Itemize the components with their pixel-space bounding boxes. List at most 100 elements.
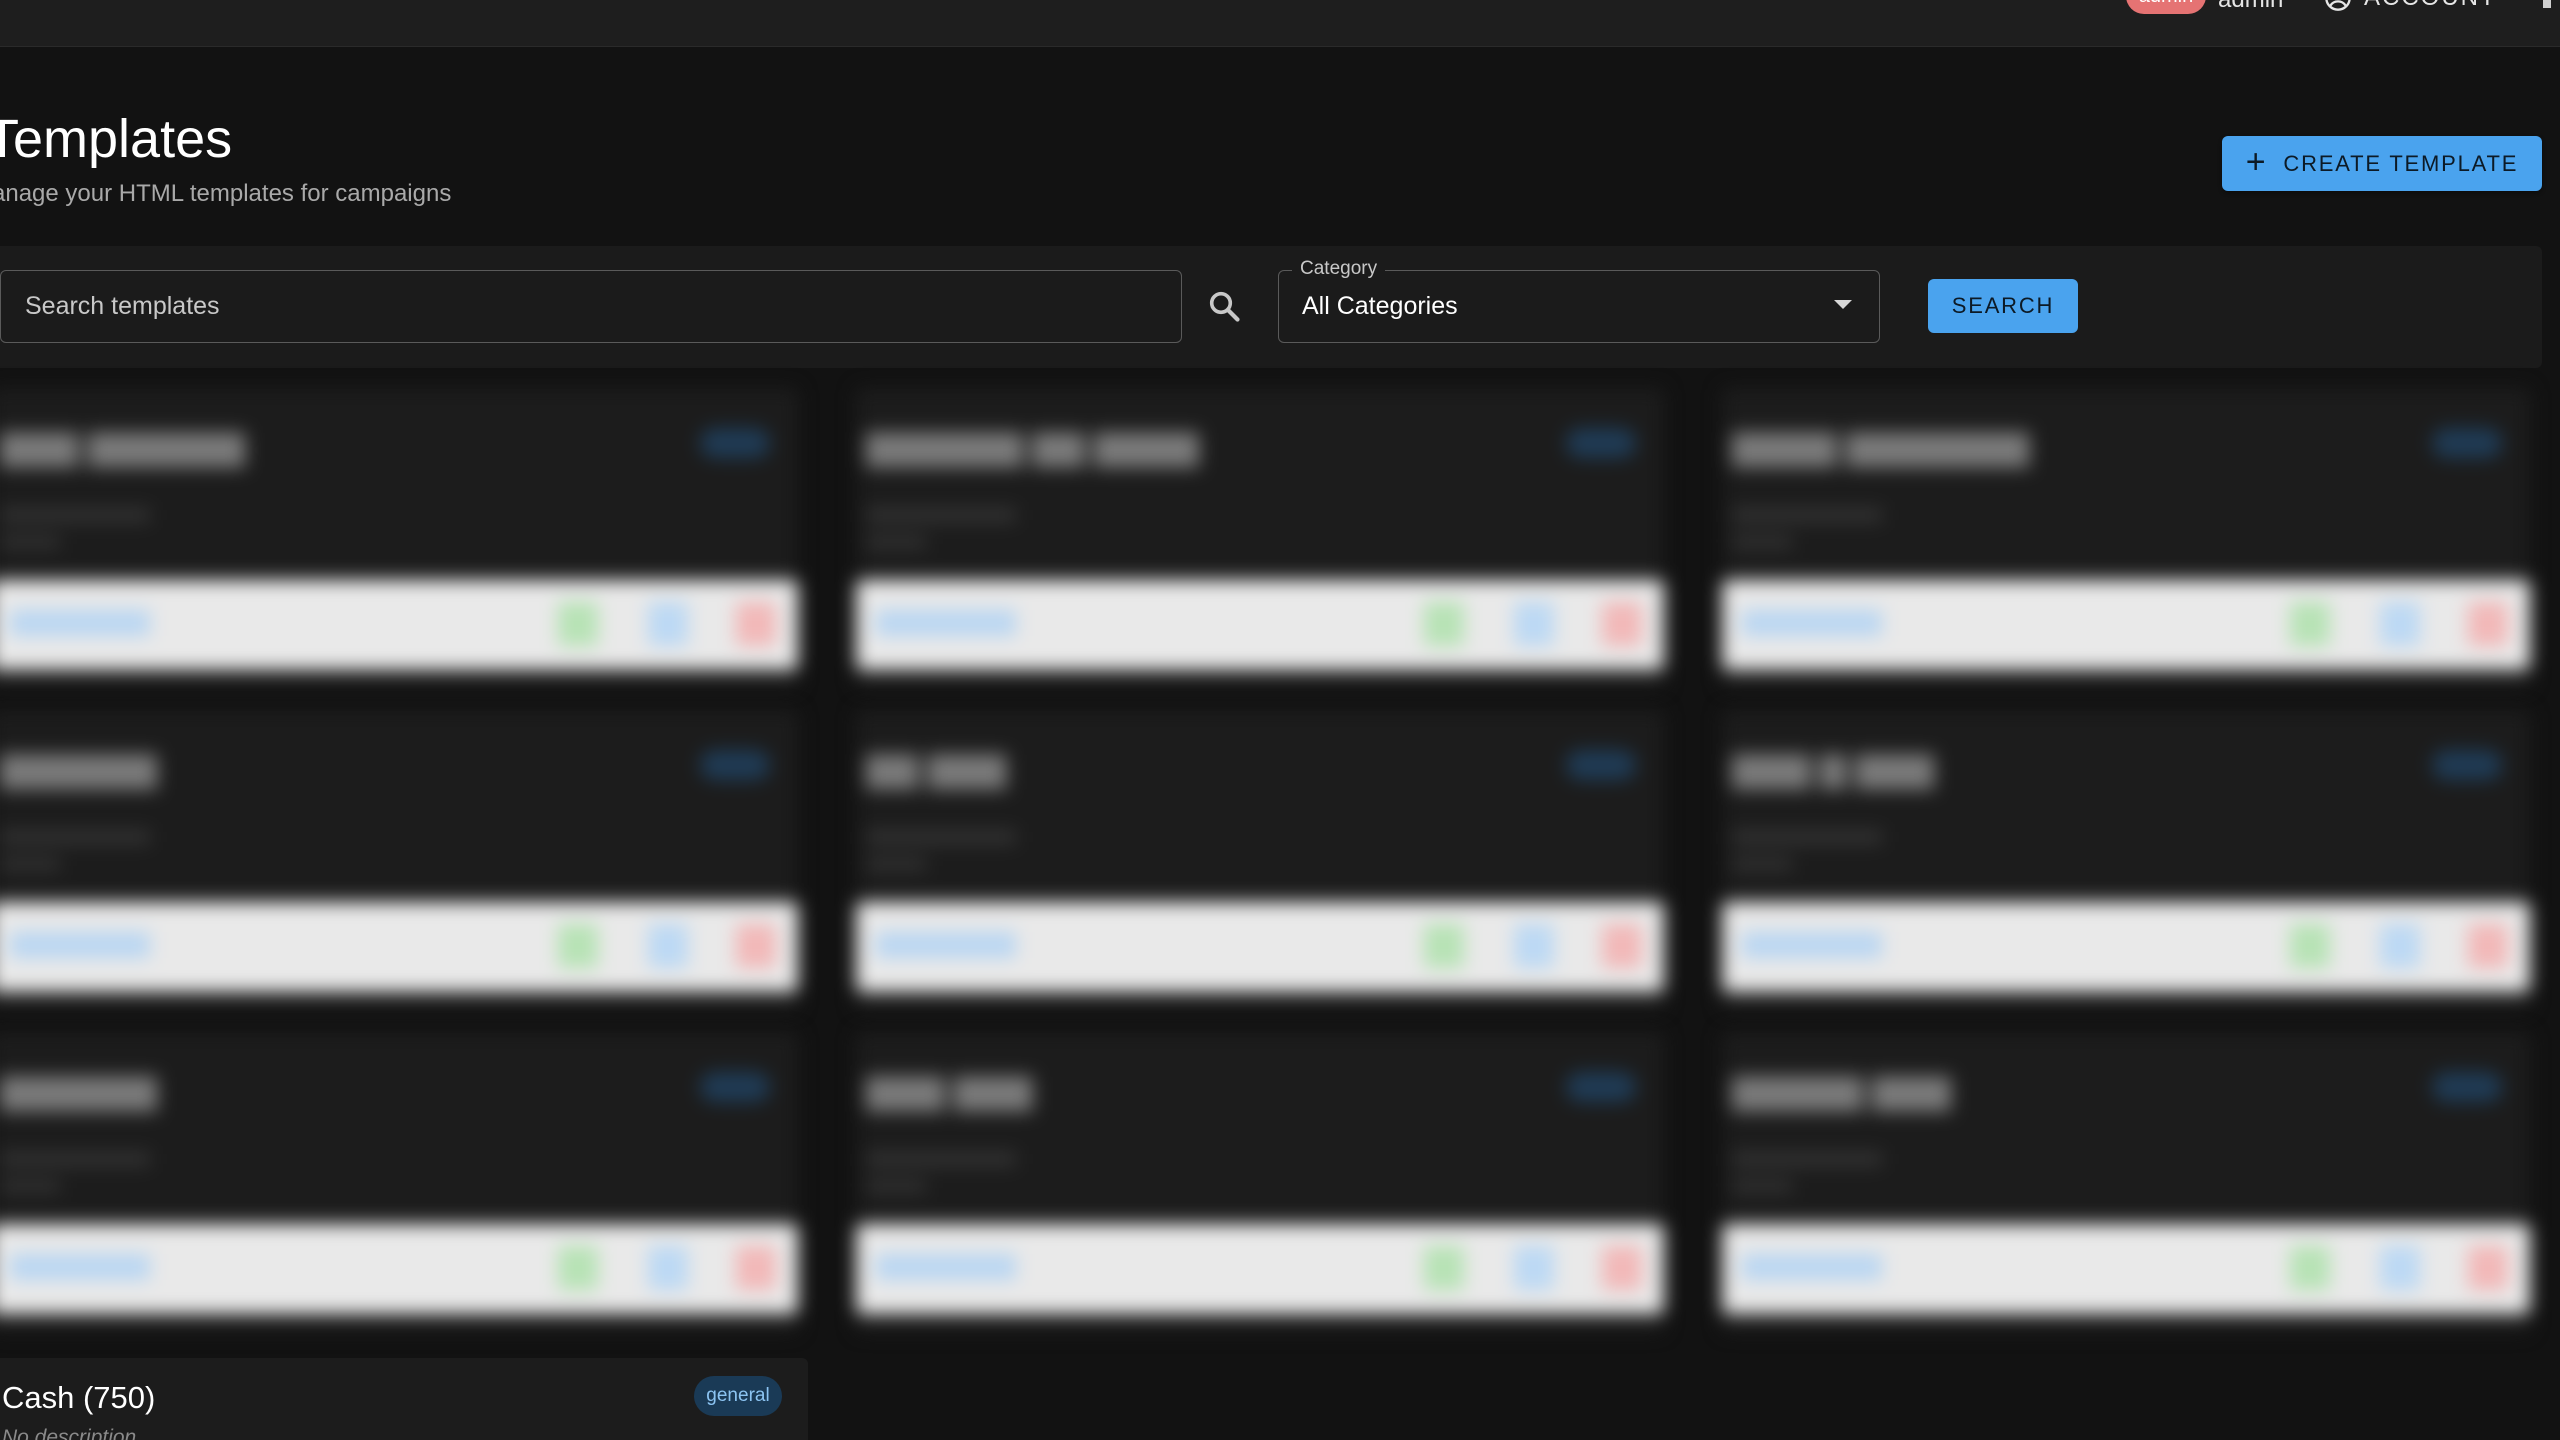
preview-action[interactable] [10, 610, 150, 636]
delete-action[interactable] [736, 602, 776, 646]
edit-action[interactable] [648, 1246, 688, 1290]
use-action[interactable] [558, 602, 598, 646]
card-meta-placeholder [866, 858, 926, 870]
card-title-placeholder: ▇▇▇ ▇▇▇▇▇▇ [0, 429, 245, 467]
delete-action[interactable] [1602, 602, 1642, 646]
card-meta-placeholder [866, 536, 926, 548]
caret-down-icon[interactable] [1834, 300, 1852, 309]
template-card[interactable]: ▇▇▇ ▇▇▇ [856, 1032, 1664, 1332]
delete-action[interactable] [736, 1246, 776, 1290]
search-input[interactable] [0, 270, 1182, 343]
card-action-bar [856, 580, 1664, 670]
preview-action[interactable] [876, 1254, 1016, 1280]
use-action[interactable] [2290, 602, 2330, 646]
preview-action[interactable] [1742, 610, 1882, 636]
card-title-placeholder: ▇▇▇▇ ▇▇▇▇▇▇▇ [1732, 429, 2030, 467]
delete-action[interactable] [2468, 602, 2508, 646]
plus-icon: + [2245, 142, 2268, 181]
card-action-bar [856, 902, 1664, 992]
template-card[interactable]: ▇▇▇▇▇▇ ▇▇ ▇▇▇▇ [856, 388, 1664, 688]
edit-action[interactable] [2380, 602, 2420, 646]
card-title-placeholder: ▇▇▇ ▇ ▇▇▇ [1732, 751, 1934, 789]
template-card[interactable]: ▇▇▇ ▇ ▇▇▇ [1722, 710, 2530, 1010]
preview-action[interactable] [876, 610, 1016, 636]
card-description-placeholder [1732, 830, 1882, 844]
create-template-button[interactable]: + CREATE TEMPLATE [2222, 136, 2542, 191]
card-action-bar [0, 902, 798, 992]
category-label: Category [1292, 258, 1386, 280]
card-title-placeholder: ▇▇▇ ▇▇▇ [866, 1073, 1033, 1111]
card-title-placeholder: ▇▇▇▇▇▇ ▇▇ ▇▇▇▇ [866, 429, 1199, 467]
preview-action[interactable] [876, 932, 1016, 958]
card-action-bar [0, 580, 798, 670]
delete-action[interactable] [736, 924, 776, 968]
card-meta-placeholder [1732, 536, 1792, 548]
search-icon[interactable] [1206, 288, 1242, 324]
card-meta-placeholder [0, 1180, 60, 1192]
username-label: admin [2218, 0, 2283, 14]
card-category-chip [1566, 1072, 1636, 1102]
edit-action[interactable] [1514, 602, 1554, 646]
card-title-placeholder: ▇▇ ▇▇▇ [866, 751, 1007, 789]
template-card[interactable]: ▇▇ ▇▇▇ [856, 710, 1664, 1010]
card-action-bar [1722, 1224, 2530, 1314]
card-description-placeholder [0, 830, 150, 844]
edit-action[interactable] [648, 602, 688, 646]
edit-action[interactable] [2380, 924, 2420, 968]
edit-action[interactable] [1514, 1246, 1554, 1290]
card-category-chip [700, 750, 770, 780]
template-card[interactable]: ▇▇▇▇▇ ▇▇▇ [1722, 1032, 2530, 1332]
use-action[interactable] [1424, 924, 1464, 968]
use-action[interactable] [1424, 1246, 1464, 1290]
use-action[interactable] [558, 1246, 598, 1290]
card-category-chip [700, 1072, 770, 1102]
template-card[interactable]: ▇▇▇▇▇▇ [0, 1032, 798, 1332]
card-category-chip [1566, 750, 1636, 780]
card-description-placeholder [866, 508, 1016, 522]
card-meta-placeholder [0, 536, 60, 548]
delete-action[interactable] [1602, 1246, 1642, 1290]
role-badge: admin [2126, 0, 2206, 14]
template-card[interactable]: ▇▇▇ ▇▇▇▇▇▇ [0, 388, 798, 688]
preview-action[interactable] [10, 1254, 150, 1280]
card-title-placeholder: ▇▇▇▇▇ ▇▇▇ [1732, 1073, 1951, 1111]
templates-page: admin admin ACCOUNT Templates anage your… [0, 0, 2560, 1440]
create-template-label: CREATE TEMPLATE [2283, 150, 2519, 176]
account-circle-icon [2325, 0, 2351, 11]
template-card[interactable]: ▇▇▇▇ ▇▇▇▇▇▇▇ [1722, 388, 2530, 688]
category-value: All Categories [1302, 292, 1458, 320]
use-action[interactable] [2290, 1246, 2330, 1290]
card-action-bar [856, 1224, 1664, 1314]
edit-action[interactable] [1514, 924, 1554, 968]
card-action-bar [0, 1224, 798, 1314]
card-description-placeholder [0, 508, 150, 522]
edit-action[interactable] [648, 924, 688, 968]
card-description-placeholder [1732, 1152, 1882, 1166]
card-category-chip [2432, 428, 2502, 458]
preview-action[interactable] [1742, 1254, 1882, 1280]
card-meta-placeholder [866, 1180, 926, 1192]
card-category-chip [2432, 1072, 2502, 1102]
category-chip: general [694, 1376, 782, 1416]
account-label: ACCOUNT [2364, 0, 2497, 12]
page-subtitle: anage your HTML templates for campaigns [0, 180, 452, 207]
use-action[interactable] [2290, 924, 2330, 968]
delete-action[interactable] [2468, 924, 2508, 968]
use-action[interactable] [1424, 602, 1464, 646]
card-meta-placeholder [0, 858, 60, 870]
preview-action[interactable] [1742, 932, 1882, 958]
delete-action[interactable] [1602, 924, 1642, 968]
card-title-placeholder: ▇▇▇▇▇▇ [0, 751, 157, 789]
use-action[interactable] [558, 924, 598, 968]
card-category-chip [700, 428, 770, 458]
template-card[interactable]: ▇▇▇▇▇▇ [0, 710, 798, 1010]
card-title-placeholder: ▇▇▇▇▇▇ [0, 1073, 157, 1111]
delete-action[interactable] [2468, 1246, 2508, 1290]
card-meta-placeholder [1732, 1180, 1792, 1192]
account-button[interactable]: ACCOUNT [2324, 0, 2497, 12]
preview-action[interactable] [10, 932, 150, 958]
edit-action[interactable] [2380, 1246, 2420, 1290]
template-card-title: Cash (750) [2, 1380, 156, 1415]
search-button[interactable]: SEARCH [1928, 279, 2078, 333]
topbar-edge-icon [2543, 0, 2551, 8]
